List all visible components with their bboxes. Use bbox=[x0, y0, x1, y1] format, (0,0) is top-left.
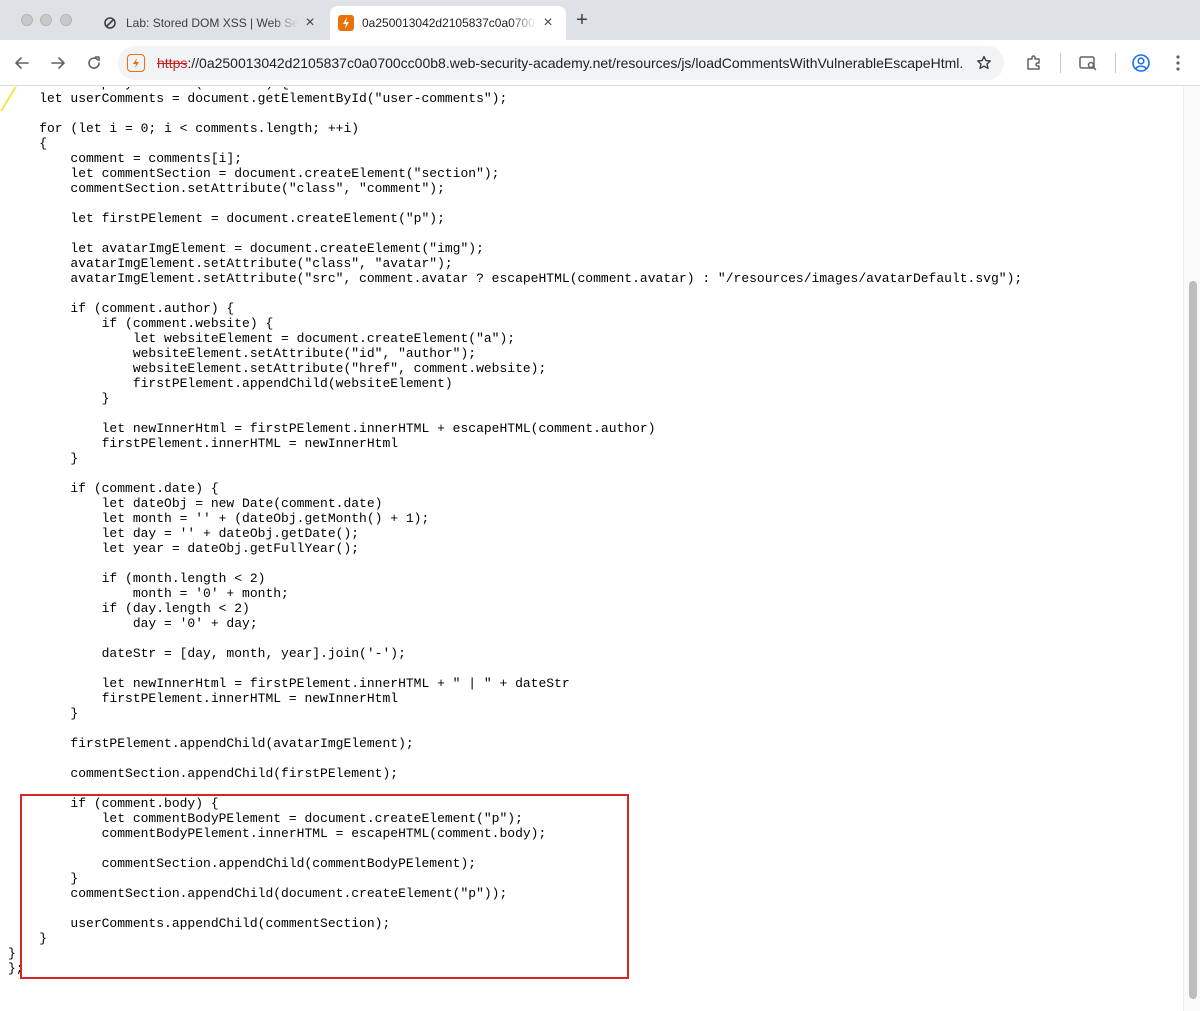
portswigger-icon bbox=[102, 15, 118, 31]
code-line: firstPElement.innerHTML = newInnerHtml bbox=[8, 436, 399, 451]
profile-avatar-icon[interactable] bbox=[1130, 52, 1152, 74]
code-line: if (month.length < 2) bbox=[8, 571, 266, 586]
back-arrow-icon[interactable] bbox=[11, 52, 33, 74]
code-line: let userComments = document.getElementBy… bbox=[8, 91, 508, 106]
code-line: let day = '' + dateObj.getDate(); bbox=[8, 526, 360, 541]
code-line: if (comment.website) { bbox=[8, 316, 274, 331]
tab-title: 0a250013042d2105837c0a0700cc00b8.web-sec… bbox=[362, 16, 536, 30]
code-line: commentSection.appendChild(document.crea… bbox=[8, 886, 508, 901]
code-line: day = '0' + day; bbox=[8, 616, 258, 631]
browser-toolbar: https://0a250013042d2105837c0a0700cc00b8… bbox=[0, 40, 1200, 86]
tab-strip: Lab: Stored DOM XSS | Web Security Acade… bbox=[0, 0, 1200, 40]
url-path: ://0a250013042d2105837c0a0700cc00b8.web-… bbox=[187, 55, 963, 71]
window-minimize-button[interactable] bbox=[40, 14, 52, 26]
code-line: let websiteElement = document.createElem… bbox=[8, 331, 516, 346]
code-line: let avatarImgElement = document.createEl… bbox=[8, 241, 484, 256]
code-line: commentSection.appendChild(commentBodyPE… bbox=[8, 856, 477, 871]
code-line: } bbox=[8, 931, 48, 946]
tab-active-lab-url[interactable]: 0a250013042d2105837c0a0700cc00b8.web-sec… bbox=[330, 6, 566, 40]
javascript-source: function displayComments(comments) { let… bbox=[8, 87, 1022, 976]
code-line: let year = dateObj.getFullYear(); bbox=[8, 541, 360, 556]
code-line: let newInnerHtml = firstPElement.innerHT… bbox=[8, 676, 570, 691]
code-line: commentSection.appendChild(firstPElement… bbox=[8, 766, 399, 781]
extensions-puzzle-icon[interactable] bbox=[1023, 52, 1045, 74]
close-tab-icon[interactable]: × bbox=[302, 15, 318, 31]
code-line: let firstPElement = document.createEleme… bbox=[8, 211, 445, 226]
code-line: commentBodyPElement.innerHTML = escapeHT… bbox=[8, 826, 547, 841]
code-line: } bbox=[8, 391, 110, 406]
code-line: avatarImgElement.setAttribute("class", "… bbox=[8, 256, 453, 271]
code-line: for (let i = 0; i < comments.length; ++i… bbox=[8, 121, 360, 136]
window-maximize-button[interactable] bbox=[60, 14, 72, 26]
code-line: let commentBodyPElement = document.creat… bbox=[8, 811, 523, 826]
code-line: } bbox=[8, 946, 16, 961]
code-line: avatarImgElement.setAttribute("src", com… bbox=[8, 271, 1023, 286]
scrollbar-thumb[interactable] bbox=[1189, 281, 1197, 999]
code-line: websiteElement.setAttribute("id", "autho… bbox=[8, 346, 477, 361]
code-line: } bbox=[8, 451, 79, 466]
reload-icon[interactable] bbox=[83, 52, 105, 74]
toolbar-divider bbox=[1060, 53, 1061, 73]
close-tab-icon[interactable]: × bbox=[540, 15, 556, 31]
tab-title: Lab: Stored DOM XSS | Web Security Acade… bbox=[126, 16, 298, 30]
code-line: if (comment.author) { bbox=[8, 301, 235, 316]
more-menu-icon[interactable] bbox=[1167, 52, 1189, 74]
code-line: if (comment.date) { bbox=[8, 481, 219, 496]
code-line: if (day.length < 2) bbox=[8, 601, 250, 616]
bookmark-star-icon[interactable] bbox=[974, 53, 994, 73]
code-line: { bbox=[8, 136, 48, 151]
code-line: comment = comments[i]; bbox=[8, 151, 243, 166]
vertical-scrollbar[interactable] bbox=[1183, 87, 1200, 1011]
url-text[interactable]: https://0a250013042d2105837c0a0700cc00b8… bbox=[157, 55, 963, 71]
page-content: function displayComments(comments) { let… bbox=[0, 87, 1183, 1011]
code-line: userComments.appendChild(commentSection)… bbox=[8, 916, 391, 931]
code-line: dateStr = [day, month, year].join('-'); bbox=[8, 646, 406, 661]
forward-arrow-icon[interactable] bbox=[47, 52, 69, 74]
window-close-button[interactable] bbox=[21, 14, 33, 26]
tab-lab-stored-dom-xss[interactable]: Lab: Stored DOM XSS | Web Security Acade… bbox=[92, 6, 328, 40]
address-bar[interactable]: https://0a250013042d2105837c0a0700cc00b8… bbox=[118, 46, 1004, 80]
code-line: month = '0' + month; bbox=[8, 586, 289, 601]
url-scheme: https bbox=[157, 55, 188, 71]
code-line: if (comment.body) { bbox=[8, 796, 219, 811]
code-line: firstPElement.innerHTML = newInnerHtml bbox=[8, 691, 399, 706]
code-line: } bbox=[8, 871, 79, 886]
code-line: let dateObj = new Date(comment.date) bbox=[8, 496, 383, 511]
lab-icon bbox=[338, 15, 354, 31]
code-line: let commentSection = document.createElem… bbox=[8, 166, 500, 181]
code-line: } bbox=[8, 706, 79, 721]
code-line: commentSection.setAttribute("class", "co… bbox=[8, 181, 445, 196]
code-line: firstPElement.appendChild(websiteElement… bbox=[8, 376, 453, 391]
code-line: let month = '' + (dateObj.getMonth() + 1… bbox=[8, 511, 430, 526]
code-line: firstPElement.appendChild(avatarImgEleme… bbox=[8, 736, 414, 751]
media-search-icon[interactable] bbox=[1077, 52, 1099, 74]
site-info-icon[interactable] bbox=[127, 54, 145, 72]
code-line: let newInnerHtml = firstPElement.innerHT… bbox=[8, 421, 656, 436]
new-tab-button[interactable]: + bbox=[572, 10, 592, 30]
code-line: }; bbox=[8, 961, 24, 976]
toolbar-divider bbox=[1115, 53, 1116, 73]
code-line: websiteElement.setAttribute("href", comm… bbox=[8, 361, 547, 376]
